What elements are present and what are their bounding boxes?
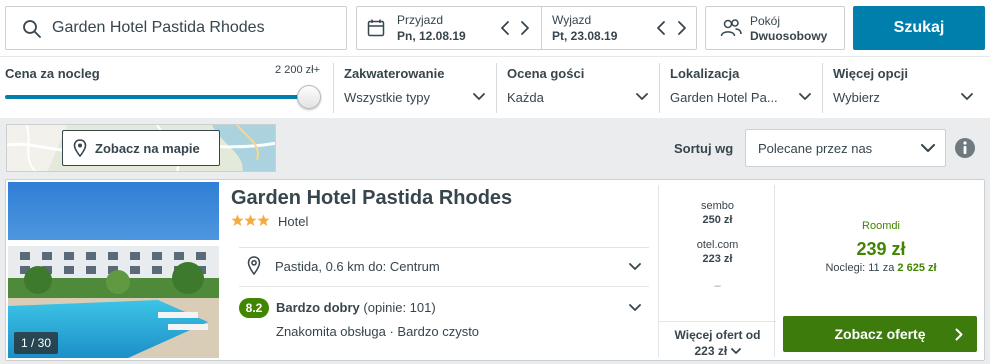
view-map-button[interactable]: Zobacz na mapie bbox=[62, 130, 220, 166]
accommodation-filter[interactable]: Zakwaterowanie Wszystkie typy bbox=[333, 63, 491, 113]
price-filter-title: Cena za nocleg bbox=[5, 66, 100, 81]
deal-nights-total: 2 625 zł bbox=[897, 262, 937, 274]
offer-partner: sembo bbox=[700, 200, 735, 212]
view-deal-label: Zobacz ofertę bbox=[834, 326, 926, 342]
accommodation-value: Wszystkie typy bbox=[344, 90, 430, 105]
price-slider-handle[interactable] bbox=[297, 85, 321, 109]
location-filter[interactable]: Lokalizacja Garden Hotel Pa... bbox=[659, 63, 817, 113]
chevron-down-icon bbox=[629, 304, 641, 311]
info-icon[interactable] bbox=[954, 137, 976, 159]
deal-price[interactable]: 239 zł bbox=[781, 239, 981, 260]
offer-price: 223 zł bbox=[702, 253, 733, 265]
search-button[interactable]: Szukaj bbox=[853, 6, 985, 50]
chevron-down-icon bbox=[799, 93, 811, 100]
calendar-icon bbox=[367, 19, 385, 37]
more-offers-label: Więcej ofert od bbox=[674, 328, 761, 342]
accommodation-title: Zakwaterowanie bbox=[344, 66, 445, 81]
location-details-toggle[interactable]: Pastida, 0.6 km do: Centrum bbox=[239, 247, 649, 287]
more-options-value: Wybierz bbox=[833, 90, 880, 105]
hotel-image[interactable]: 1 / 30 bbox=[8, 182, 219, 358]
destination-input[interactable] bbox=[52, 15, 332, 41]
room-label: Pokój bbox=[750, 14, 781, 28]
chevron-down-icon bbox=[473, 93, 485, 100]
sort-label: Sortuj wg bbox=[674, 141, 734, 156]
more-options-title: Więcej opcji bbox=[833, 66, 909, 81]
search-bar: Przyjazd Pn, 12.08.19 Wyjazd Pt, 23.08.1… bbox=[0, 0, 990, 56]
destination-field[interactable] bbox=[5, 6, 347, 50]
more-offers-price: 223 zł bbox=[694, 344, 728, 358]
guest-rating-title: Ocena gości bbox=[507, 66, 585, 81]
chevron-down-icon bbox=[921, 144, 935, 152]
checkin-label: Przyjazd bbox=[397, 13, 444, 27]
checkin-field[interactable]: Przyjazd Pn, 12.08.19 bbox=[357, 7, 540, 49]
star-icon bbox=[231, 214, 244, 226]
checkout-prev-icon[interactable] bbox=[653, 18, 671, 38]
chevron-right-icon bbox=[955, 328, 963, 341]
chevron-down-icon bbox=[730, 348, 741, 354]
location-title: Lokalizacja bbox=[670, 66, 740, 81]
star-icon bbox=[257, 214, 270, 226]
deal-partner[interactable]: Roomdi bbox=[781, 220, 981, 232]
chevron-down-icon bbox=[629, 263, 641, 270]
more-options-filter[interactable]: Więcej opcji Wybierz bbox=[822, 63, 979, 113]
price-slider-track[interactable] bbox=[5, 95, 310, 99]
price-filter: Cena za nocleg 2 200 zł+ bbox=[0, 57, 328, 117]
rating-summary: Bardzo dobry (opinie: 101) bbox=[276, 300, 436, 315]
sort-select[interactable]: Polecane przez nas bbox=[745, 129, 946, 167]
view-deal-button[interactable]: Zobacz ofertę bbox=[783, 316, 977, 352]
offer-placeholder: – bbox=[714, 280, 721, 292]
sort-value: Polecane przez nas bbox=[758, 141, 873, 156]
chevron-down-icon bbox=[961, 93, 973, 100]
map-pin-icon bbox=[247, 256, 261, 275]
best-deal: Roomdi 239 zł Noclegi: 11 za 2 625 zł Zo… bbox=[781, 185, 981, 357]
offer-item[interactable]: otel.com 223 zł bbox=[659, 239, 776, 265]
checkin-value: Pn, 12.08.19 bbox=[397, 29, 466, 43]
checkin-prev-icon[interactable] bbox=[497, 18, 515, 38]
dates-field: Przyjazd Pn, 12.08.19 Wyjazd Pt, 23.08.1… bbox=[356, 6, 697, 50]
guest-rating-filter[interactable]: Ocena gości Każda bbox=[496, 63, 654, 113]
checkout-field[interactable]: Wyjazd Pt, 23.08.19 bbox=[541, 7, 696, 49]
guest-rating-value: Każda bbox=[507, 90, 544, 105]
other-offers: sembo 250 zł otel.com 223 zł – Więcej of… bbox=[658, 185, 776, 358]
hotel-result-card: 1 / 30 Garden Hotel Pastida Rhodes Hotel… bbox=[5, 179, 985, 361]
rating-count: (opinie: 101) bbox=[363, 300, 436, 315]
rating-label: Bardzo dobry bbox=[276, 300, 360, 315]
chevron-down-icon bbox=[636, 93, 648, 100]
rating-details-toggle[interactable]: 8.2 Bardzo dobry (opinie: 101) Znakomita… bbox=[239, 292, 649, 348]
hotel-type: Hotel bbox=[278, 214, 309, 229]
deal-nights: Noclegi: 11 za 2 625 zł bbox=[781, 262, 981, 274]
checkout-label: Wyjazd bbox=[552, 13, 592, 27]
guests-icon bbox=[720, 19, 742, 37]
room-value: Dwuosobowy bbox=[750, 29, 828, 43]
more-offers-button[interactable]: Więcej ofert od 223 zł bbox=[659, 321, 776, 358]
checkin-next-icon[interactable] bbox=[515, 18, 533, 38]
image-counter: 1 / 30 bbox=[14, 332, 58, 354]
checkout-value: Pt, 23.08.19 bbox=[552, 29, 618, 43]
checkout-next-icon[interactable] bbox=[672, 18, 690, 38]
location-text: Pastida, 0.6 km do: Centrum bbox=[275, 259, 440, 274]
hotel-name[interactable]: Garden Hotel Pastida Rhodes bbox=[231, 187, 512, 210]
offer-price: 250 zł bbox=[702, 214, 733, 226]
location-value: Garden Hotel Pa... bbox=[670, 90, 778, 105]
star-icon bbox=[244, 214, 257, 226]
deal-nights-prefix: Noclegi: 11 za bbox=[825, 262, 895, 274]
offer-partner: otel.com bbox=[696, 239, 739, 251]
room-field[interactable]: Pokój Dwuosobowy bbox=[705, 6, 845, 50]
price-max-label: 2 200 zł+ bbox=[275, 64, 320, 76]
filter-bar: Cena za nocleg 2 200 zł+ Zakwaterowanie … bbox=[0, 56, 990, 118]
rating-score-badge: 8.2 bbox=[239, 298, 269, 318]
view-map-label: Zobacz na mapie bbox=[95, 141, 200, 156]
star-rating bbox=[231, 214, 270, 228]
rating-highlights: Znakomita obsługa · Bardzo czysto bbox=[276, 324, 480, 339]
map-pin-icon bbox=[73, 139, 87, 157]
search-icon bbox=[23, 20, 41, 38]
offer-item[interactable]: sembo 250 zł bbox=[659, 200, 776, 226]
